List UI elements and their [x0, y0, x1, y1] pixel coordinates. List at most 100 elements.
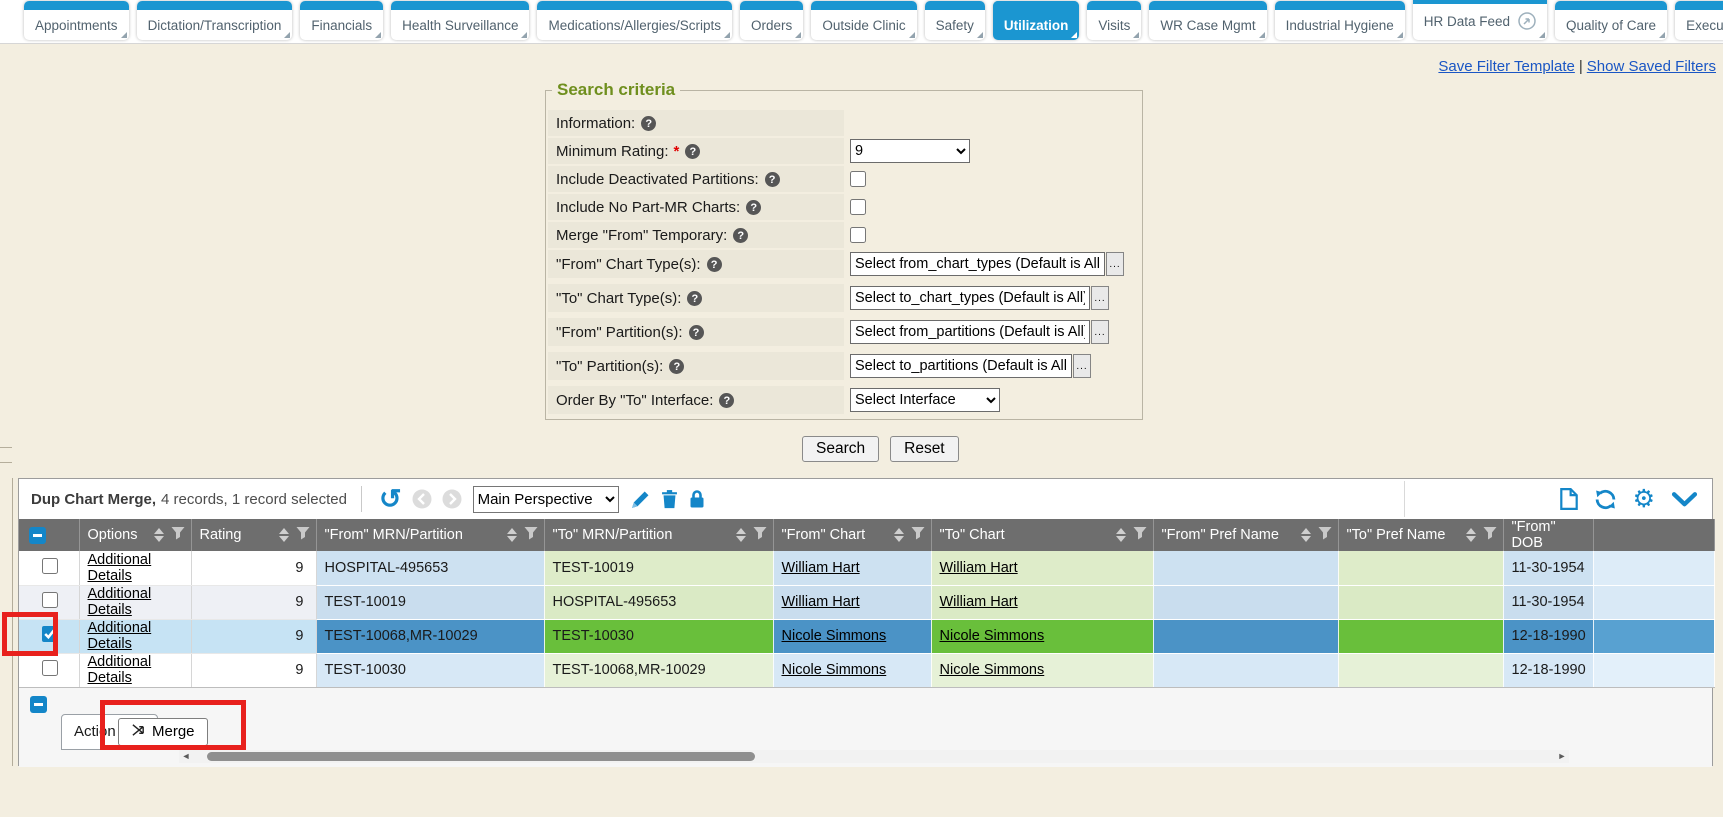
additional-details-link[interactable]: Additional Details — [88, 654, 152, 686]
from-chart-link[interactable]: William Hart — [782, 560, 860, 576]
sort-icon[interactable] — [154, 528, 164, 542]
tab-appointments[interactable]: Appointments — [24, 1, 129, 40]
order-by-interface-select[interactable]: Select Interface — [850, 388, 1000, 412]
help-icon[interactable]: ? — [685, 144, 700, 159]
scrollbar-thumb[interactable] — [207, 752, 755, 761]
tab-wr-case-mgmt[interactable]: WR Case Mgmt — [1149, 1, 1266, 40]
tab-executive[interactable]: Executive — [1675, 1, 1723, 40]
help-icon[interactable]: ? — [687, 291, 702, 306]
to-chart-link[interactable]: William Hart — [940, 594, 1018, 610]
header-rating: Rating — [191, 519, 316, 551]
tab-outside-clinic[interactable]: Outside Clinic — [811, 1, 916, 40]
delete-perspective-icon[interactable] — [661, 489, 678, 509]
new-record-icon[interactable] — [1560, 488, 1578, 510]
tab-quality-of-care[interactable]: Quality of Care — [1555, 1, 1667, 40]
tab-orders[interactable]: Orders — [740, 1, 803, 40]
sort-icon[interactable] — [507, 528, 517, 542]
search-button[interactable]: Search — [802, 436, 879, 462]
to-chart-types-picker-button[interactable]: ... — [1091, 286, 1109, 310]
help-icon[interactable]: ? — [641, 116, 656, 131]
sort-icon[interactable] — [1466, 528, 1476, 542]
tab-medications-allergies-scripts[interactable]: Medications/Allergies/Scripts — [537, 1, 732, 40]
include-deactivated-partitions-checkbox[interactable] — [850, 171, 866, 187]
from-chart-link[interactable]: Nicole Simmons — [782, 628, 887, 644]
lock-perspective-icon[interactable] — [688, 489, 706, 509]
tab-financials[interactable]: Financials — [300, 1, 383, 40]
filter-icon[interactable] — [753, 526, 767, 544]
header-from-dob: "From" DOB — [1503, 519, 1593, 551]
toolbar-section-divider — [1404, 481, 1405, 517]
from-chart-link[interactable]: William Hart — [782, 594, 860, 610]
scroll-right-icon[interactable]: ► — [1555, 751, 1569, 761]
to-chart-link[interactable]: William Hart — [940, 560, 1018, 576]
sort-icon[interactable] — [279, 528, 289, 542]
from-partitions-picker-button[interactable]: ... — [1091, 320, 1109, 344]
merge-button[interactable]: Merge — [118, 718, 208, 746]
perspective-select[interactable]: Main Perspective — [473, 486, 619, 513]
collapse-selection-icon[interactable] — [30, 696, 47, 713]
tab-dictation-transcription[interactable]: Dictation/Transcription — [137, 1, 293, 40]
field-from-chart-types: "From" Chart Type(s):? ... — [548, 250, 1142, 278]
additional-details-link[interactable]: Additional Details — [88, 620, 152, 652]
to-chart-link[interactable]: Nicole Simmons — [940, 628, 1045, 644]
sort-icon[interactable] — [1116, 528, 1126, 542]
to-partitions-input[interactable] — [850, 354, 1072, 378]
tab-industrial-hygiene[interactable]: Industrial Hygiene — [1275, 1, 1405, 40]
help-icon[interactable]: ? — [707, 257, 722, 272]
filter-icon[interactable] — [524, 526, 538, 544]
help-icon[interactable]: ? — [733, 228, 748, 243]
additional-details-link[interactable]: Additional Details — [88, 552, 152, 584]
filter-icon[interactable] — [1318, 526, 1332, 544]
include-no-part-mr-charts-label: Include No Part-MR Charts:? — [548, 194, 844, 220]
help-icon[interactable]: ? — [669, 359, 684, 374]
save-filter-template-link[interactable]: Save Filter Template — [1438, 58, 1574, 75]
filter-icon[interactable] — [1483, 526, 1497, 544]
from-chart-types-input[interactable] — [850, 252, 1105, 276]
select-all-checkbox[interactable] — [29, 527, 46, 544]
from-chart-types-picker-button[interactable]: ... — [1106, 252, 1124, 276]
refresh-icon[interactable] — [1594, 489, 1617, 510]
edit-perspective-icon[interactable] — [630, 489, 651, 510]
row-checkbox[interactable] — [42, 558, 58, 574]
reset-button[interactable]: Reset — [890, 436, 959, 462]
cutoff-cell — [1593, 619, 1714, 653]
launch-icon[interactable] — [1518, 12, 1536, 33]
help-icon[interactable]: ? — [765, 172, 780, 187]
sort-icon[interactable] — [1301, 528, 1311, 542]
sort-icon[interactable] — [736, 528, 746, 542]
from-chart-link[interactable]: Nicole Simmons — [782, 662, 887, 678]
show-saved-filters-link[interactable]: Show Saved Filters — [1587, 58, 1716, 75]
include-no-part-mr-charts-checkbox[interactable] — [850, 199, 866, 215]
filter-icon[interactable] — [911, 526, 925, 544]
undo-icon[interactable]: ↺ — [379, 489, 402, 509]
row-checkbox[interactable] — [42, 626, 58, 642]
tab-health-surveillance[interactable]: Health Surveillance — [391, 1, 529, 40]
row-checkbox[interactable] — [42, 592, 58, 608]
settings-gear-icon[interactable]: ⚙ — [1633, 488, 1655, 510]
sort-icon[interactable] — [894, 528, 904, 542]
to-chart-link[interactable]: Nicole Simmons — [940, 662, 1045, 678]
tab-hr-data-feed[interactable]: HR Data Feed — [1413, 0, 1547, 40]
tab-safety[interactable]: Safety — [925, 1, 985, 40]
horizontal-scrollbar[interactable]: ◄ ► — [179, 750, 1569, 763]
help-icon[interactable]: ? — [746, 200, 761, 215]
filter-icon[interactable] — [171, 526, 185, 544]
minimum-rating-select[interactable]: 9 — [850, 139, 970, 163]
scroll-left-icon[interactable]: ◄ — [179, 751, 193, 761]
help-icon[interactable]: ? — [689, 325, 704, 340]
from-partitions-input[interactable] — [850, 320, 1090, 344]
to-partitions-picker-button[interactable]: ... — [1073, 354, 1091, 378]
next-page-icon[interactable] — [442, 489, 462, 509]
merge-from-temporary-checkbox[interactable] — [850, 227, 866, 243]
additional-details-link[interactable]: Additional Details — [88, 586, 152, 618]
filter-icon[interactable] — [296, 526, 310, 544]
scrollbar-track[interactable] — [193, 750, 1555, 763]
previous-page-icon[interactable] — [412, 489, 432, 509]
tab-utilization[interactable]: Utilization — [993, 1, 1080, 40]
to-chart-types-input[interactable] — [850, 286, 1090, 310]
help-icon[interactable]: ? — [719, 393, 734, 408]
collapse-chevron-icon[interactable] — [1671, 491, 1698, 508]
row-checkbox[interactable] — [42, 660, 58, 676]
tab-visits[interactable]: Visits — [1087, 1, 1141, 40]
filter-icon[interactable] — [1133, 526, 1147, 544]
